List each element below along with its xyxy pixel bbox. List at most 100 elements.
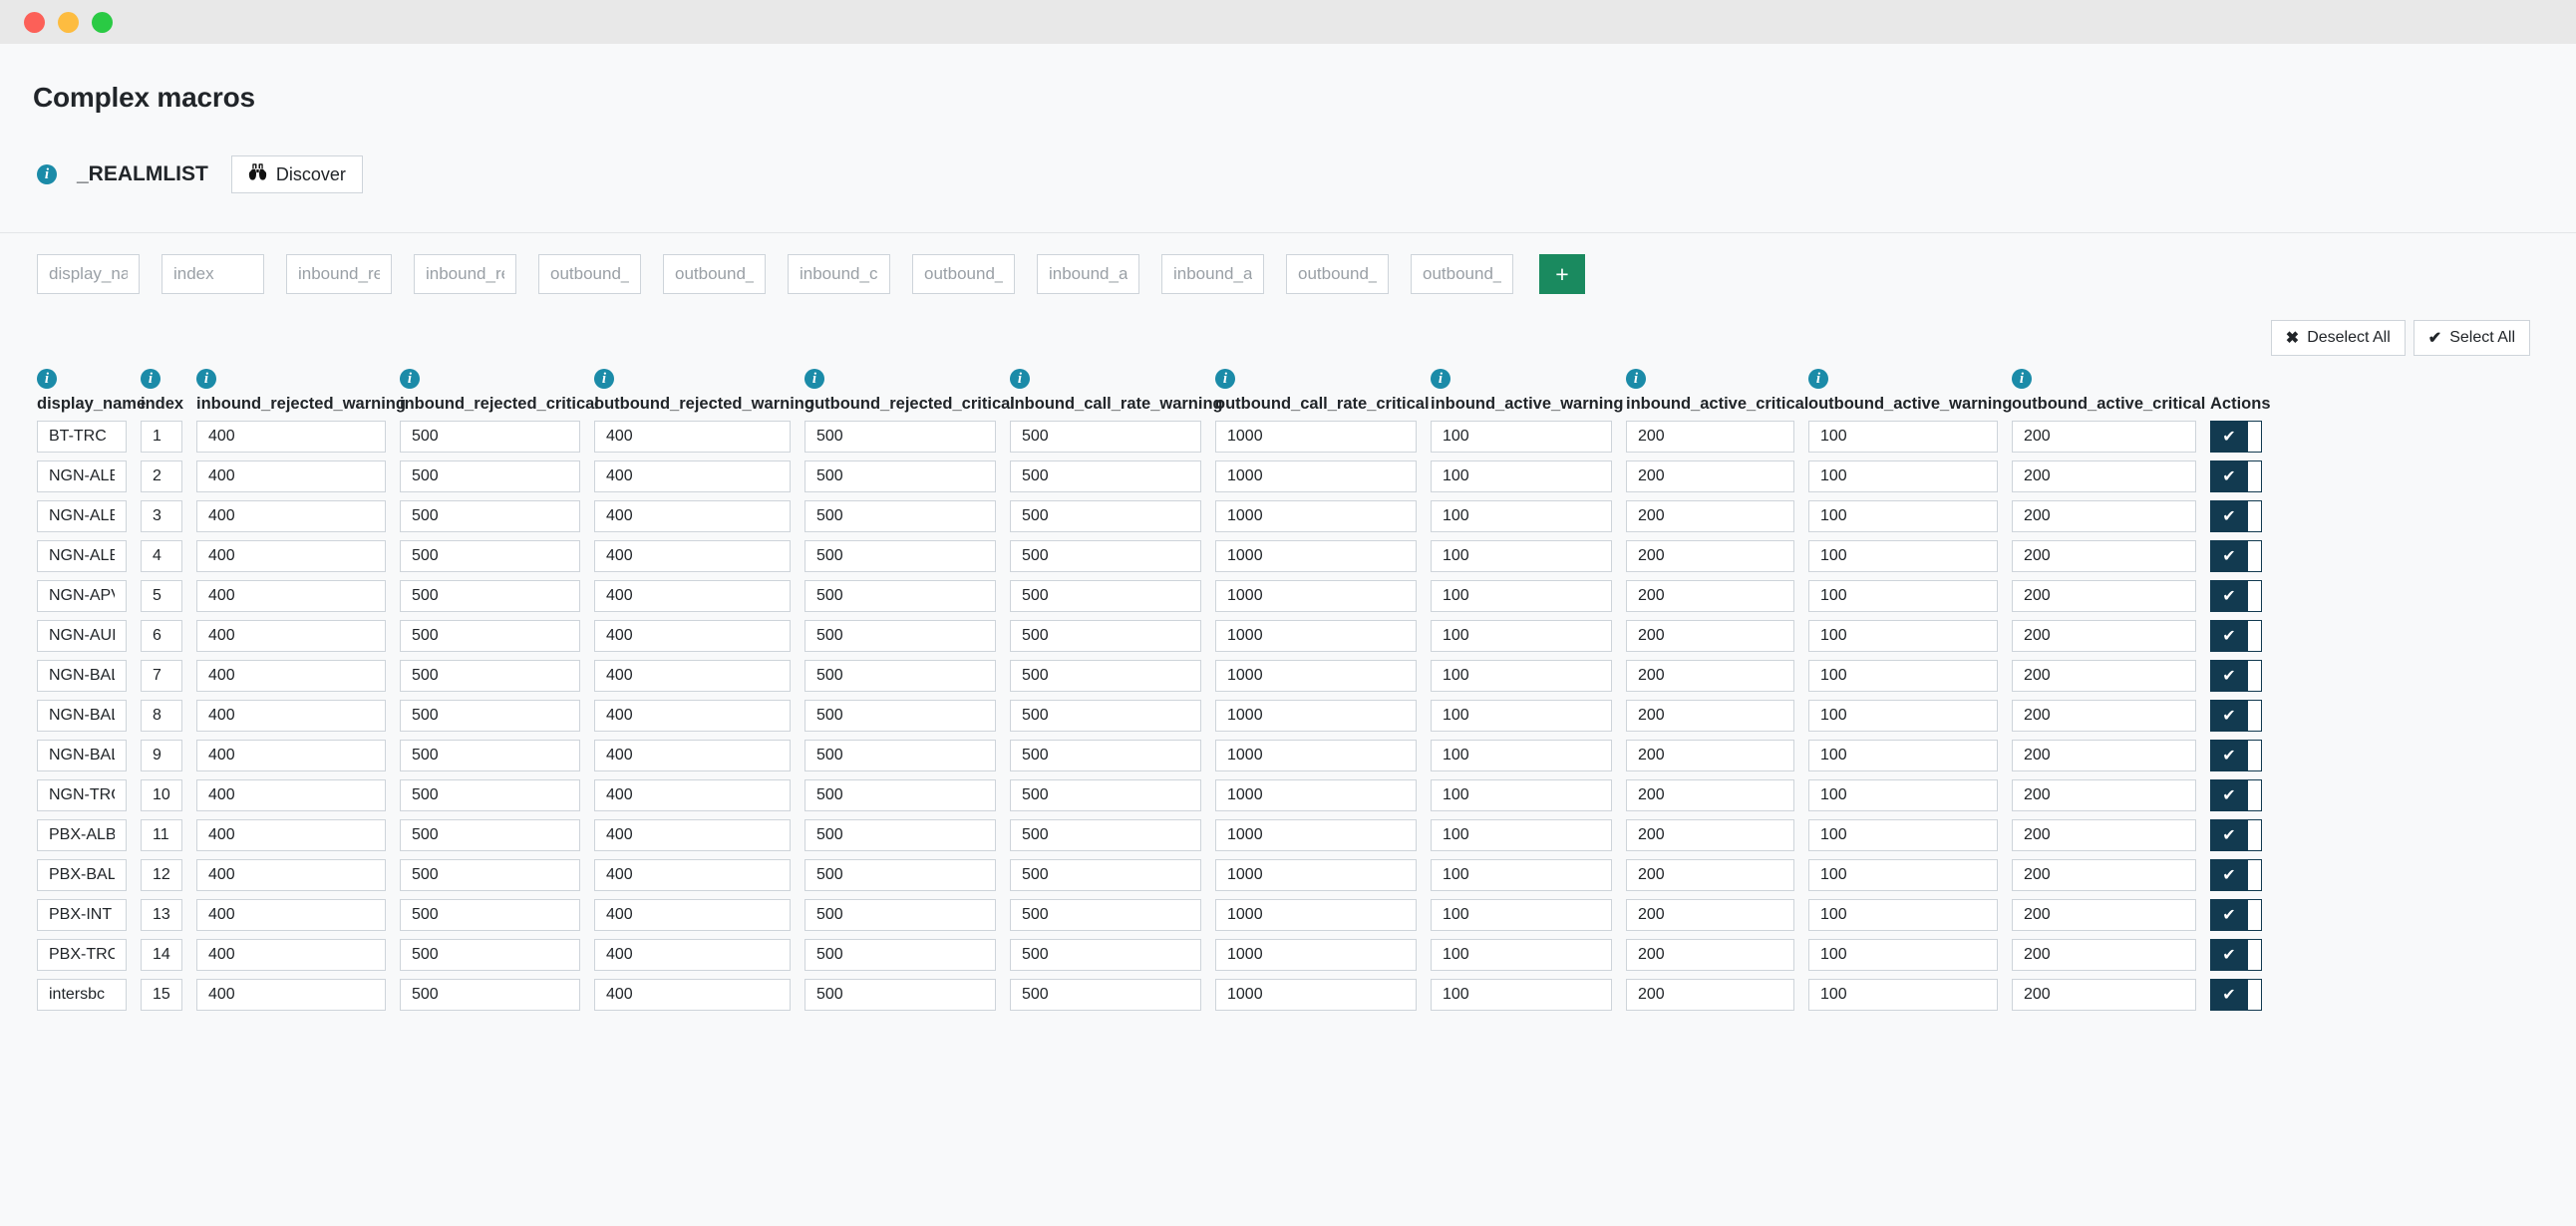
- cell-input-inbound_active_warning[interactable]: [1431, 700, 1612, 732]
- cell-input-outbound_rejected_warning[interactable]: [594, 620, 791, 652]
- cell-input-inbound_rejected_critical[interactable]: [400, 979, 580, 1011]
- cell-input-outbound_rejected_critical[interactable]: [805, 421, 996, 453]
- row-confirm-button[interactable]: ✔: [2210, 580, 2248, 612]
- row-confirm-button[interactable]: ✔: [2210, 979, 2248, 1011]
- cell-input-outbound_rejected_warning[interactable]: [594, 660, 791, 692]
- cell-input-inbound_call_rate_warning[interactable]: [1010, 899, 1201, 931]
- row-secondary-action-button[interactable]: [2248, 421, 2262, 453]
- cell-input-outbound_active_critical[interactable]: [2012, 979, 2196, 1011]
- cell-input-inbound_call_rate_warning[interactable]: [1010, 779, 1201, 811]
- cell-input-outbound_call_rate_critical[interactable]: [1215, 620, 1417, 652]
- cell-input-display_name[interactable]: [37, 979, 127, 1011]
- cell-input-inbound_active_critical[interactable]: [1626, 859, 1794, 891]
- row-secondary-action-button[interactable]: [2248, 540, 2262, 572]
- cell-input-inbound_active_critical[interactable]: [1626, 779, 1794, 811]
- cell-input-outbound_rejected_warning[interactable]: [594, 580, 791, 612]
- cell-input-inbound_rejected_critical[interactable]: [400, 779, 580, 811]
- cell-input-inbound_call_rate_warning[interactable]: [1010, 580, 1201, 612]
- new-entry-input-outbound_rejected_warning[interactable]: [538, 254, 641, 294]
- row-confirm-button[interactable]: ✔: [2210, 819, 2248, 851]
- cell-input-outbound_active_warning[interactable]: [1808, 460, 1998, 492]
- cell-input-index[interactable]: [141, 819, 182, 851]
- row-secondary-action-button[interactable]: [2248, 500, 2262, 532]
- cell-input-outbound_active_critical[interactable]: [2012, 939, 2196, 971]
- cell-input-outbound_active_warning[interactable]: [1808, 700, 1998, 732]
- cell-input-outbound_rejected_critical[interactable]: [805, 660, 996, 692]
- cell-input-index[interactable]: [141, 421, 182, 453]
- cell-input-display_name[interactable]: [37, 859, 127, 891]
- cell-input-inbound_active_critical[interactable]: [1626, 660, 1794, 692]
- cell-input-inbound_active_warning[interactable]: [1431, 620, 1612, 652]
- row-secondary-action-button[interactable]: [2248, 660, 2262, 692]
- info-icon[interactable]: i: [400, 369, 420, 389]
- cell-input-display_name[interactable]: [37, 500, 127, 532]
- row-secondary-action-button[interactable]: [2248, 979, 2262, 1011]
- cell-input-inbound_rejected_critical[interactable]: [400, 620, 580, 652]
- new-entry-input-outbound_active_critical[interactable]: [1411, 254, 1513, 294]
- cell-input-index[interactable]: [141, 779, 182, 811]
- row-confirm-button[interactable]: ✔: [2210, 460, 2248, 492]
- close-button[interactable]: [24, 11, 45, 33]
- cell-input-outbound_call_rate_critical[interactable]: [1215, 460, 1417, 492]
- cell-input-index[interactable]: [141, 899, 182, 931]
- cell-input-inbound_call_rate_warning[interactable]: [1010, 979, 1201, 1011]
- cell-input-outbound_active_warning[interactable]: [1808, 779, 1998, 811]
- cell-input-outbound_active_warning[interactable]: [1808, 740, 1998, 771]
- info-icon[interactable]: i: [141, 369, 161, 389]
- deselect-all-button[interactable]: ✖ Deselect All: [2270, 320, 2406, 356]
- cell-input-outbound_rejected_warning[interactable]: [594, 859, 791, 891]
- cell-input-outbound_call_rate_critical[interactable]: [1215, 540, 1417, 572]
- cell-input-inbound_rejected_warning[interactable]: [196, 899, 386, 931]
- cell-input-inbound_active_critical[interactable]: [1626, 899, 1794, 931]
- cell-input-outbound_call_rate_critical[interactable]: [1215, 979, 1417, 1011]
- cell-input-inbound_active_warning[interactable]: [1431, 740, 1612, 771]
- cell-input-inbound_rejected_critical[interactable]: [400, 660, 580, 692]
- cell-input-display_name[interactable]: [37, 540, 127, 572]
- cell-input-inbound_active_critical[interactable]: [1626, 740, 1794, 771]
- cell-input-outbound_rejected_critical[interactable]: [805, 859, 996, 891]
- info-icon[interactable]: i: [1626, 369, 1646, 389]
- cell-input-inbound_rejected_warning[interactable]: [196, 540, 386, 572]
- cell-input-outbound_call_rate_critical[interactable]: [1215, 660, 1417, 692]
- cell-input-outbound_rejected_critical[interactable]: [805, 779, 996, 811]
- minimize-button[interactable]: [58, 11, 79, 33]
- cell-input-outbound_active_critical[interactable]: [2012, 540, 2196, 572]
- cell-input-outbound_active_critical[interactable]: [2012, 421, 2196, 453]
- cell-input-inbound_active_critical[interactable]: [1626, 580, 1794, 612]
- new-entry-input-outbound_call_rate_critical[interactable]: [912, 254, 1015, 294]
- cell-input-display_name[interactable]: [37, 779, 127, 811]
- info-icon[interactable]: i: [37, 164, 57, 184]
- cell-input-display_name[interactable]: [37, 620, 127, 652]
- cell-input-display_name[interactable]: [37, 819, 127, 851]
- cell-input-inbound_active_warning[interactable]: [1431, 580, 1612, 612]
- info-icon[interactable]: i: [2012, 369, 2032, 389]
- cell-input-inbound_call_rate_warning[interactable]: [1010, 421, 1201, 453]
- cell-input-outbound_active_critical[interactable]: [2012, 859, 2196, 891]
- cell-input-inbound_active_warning[interactable]: [1431, 660, 1612, 692]
- info-icon[interactable]: i: [1431, 369, 1450, 389]
- cell-input-outbound_rejected_warning[interactable]: [594, 979, 791, 1011]
- cell-input-inbound_call_rate_warning[interactable]: [1010, 740, 1201, 771]
- select-all-button[interactable]: ✔ Select All: [2413, 320, 2530, 356]
- cell-input-outbound_rejected_critical[interactable]: [805, 620, 996, 652]
- info-icon[interactable]: i: [1215, 369, 1235, 389]
- add-row-button[interactable]: +: [1539, 254, 1585, 294]
- info-icon[interactable]: i: [594, 369, 614, 389]
- cell-input-inbound_rejected_warning[interactable]: [196, 660, 386, 692]
- cell-input-outbound_rejected_warning[interactable]: [594, 460, 791, 492]
- row-confirm-button[interactable]: ✔: [2210, 859, 2248, 891]
- cell-input-outbound_rejected_critical[interactable]: [805, 899, 996, 931]
- cell-input-inbound_rejected_warning[interactable]: [196, 819, 386, 851]
- cell-input-outbound_rejected_critical[interactable]: [805, 580, 996, 612]
- row-confirm-button[interactable]: ✔: [2210, 899, 2248, 931]
- cell-input-index[interactable]: [141, 740, 182, 771]
- cell-input-inbound_rejected_warning[interactable]: [196, 460, 386, 492]
- cell-input-index[interactable]: [141, 939, 182, 971]
- cell-input-inbound_active_warning[interactable]: [1431, 460, 1612, 492]
- cell-input-inbound_active_warning[interactable]: [1431, 500, 1612, 532]
- cell-input-outbound_call_rate_critical[interactable]: [1215, 859, 1417, 891]
- cell-input-inbound_active_warning[interactable]: [1431, 421, 1612, 453]
- cell-input-outbound_rejected_critical[interactable]: [805, 700, 996, 732]
- cell-input-index[interactable]: [141, 540, 182, 572]
- cell-input-outbound_rejected_critical[interactable]: [805, 819, 996, 851]
